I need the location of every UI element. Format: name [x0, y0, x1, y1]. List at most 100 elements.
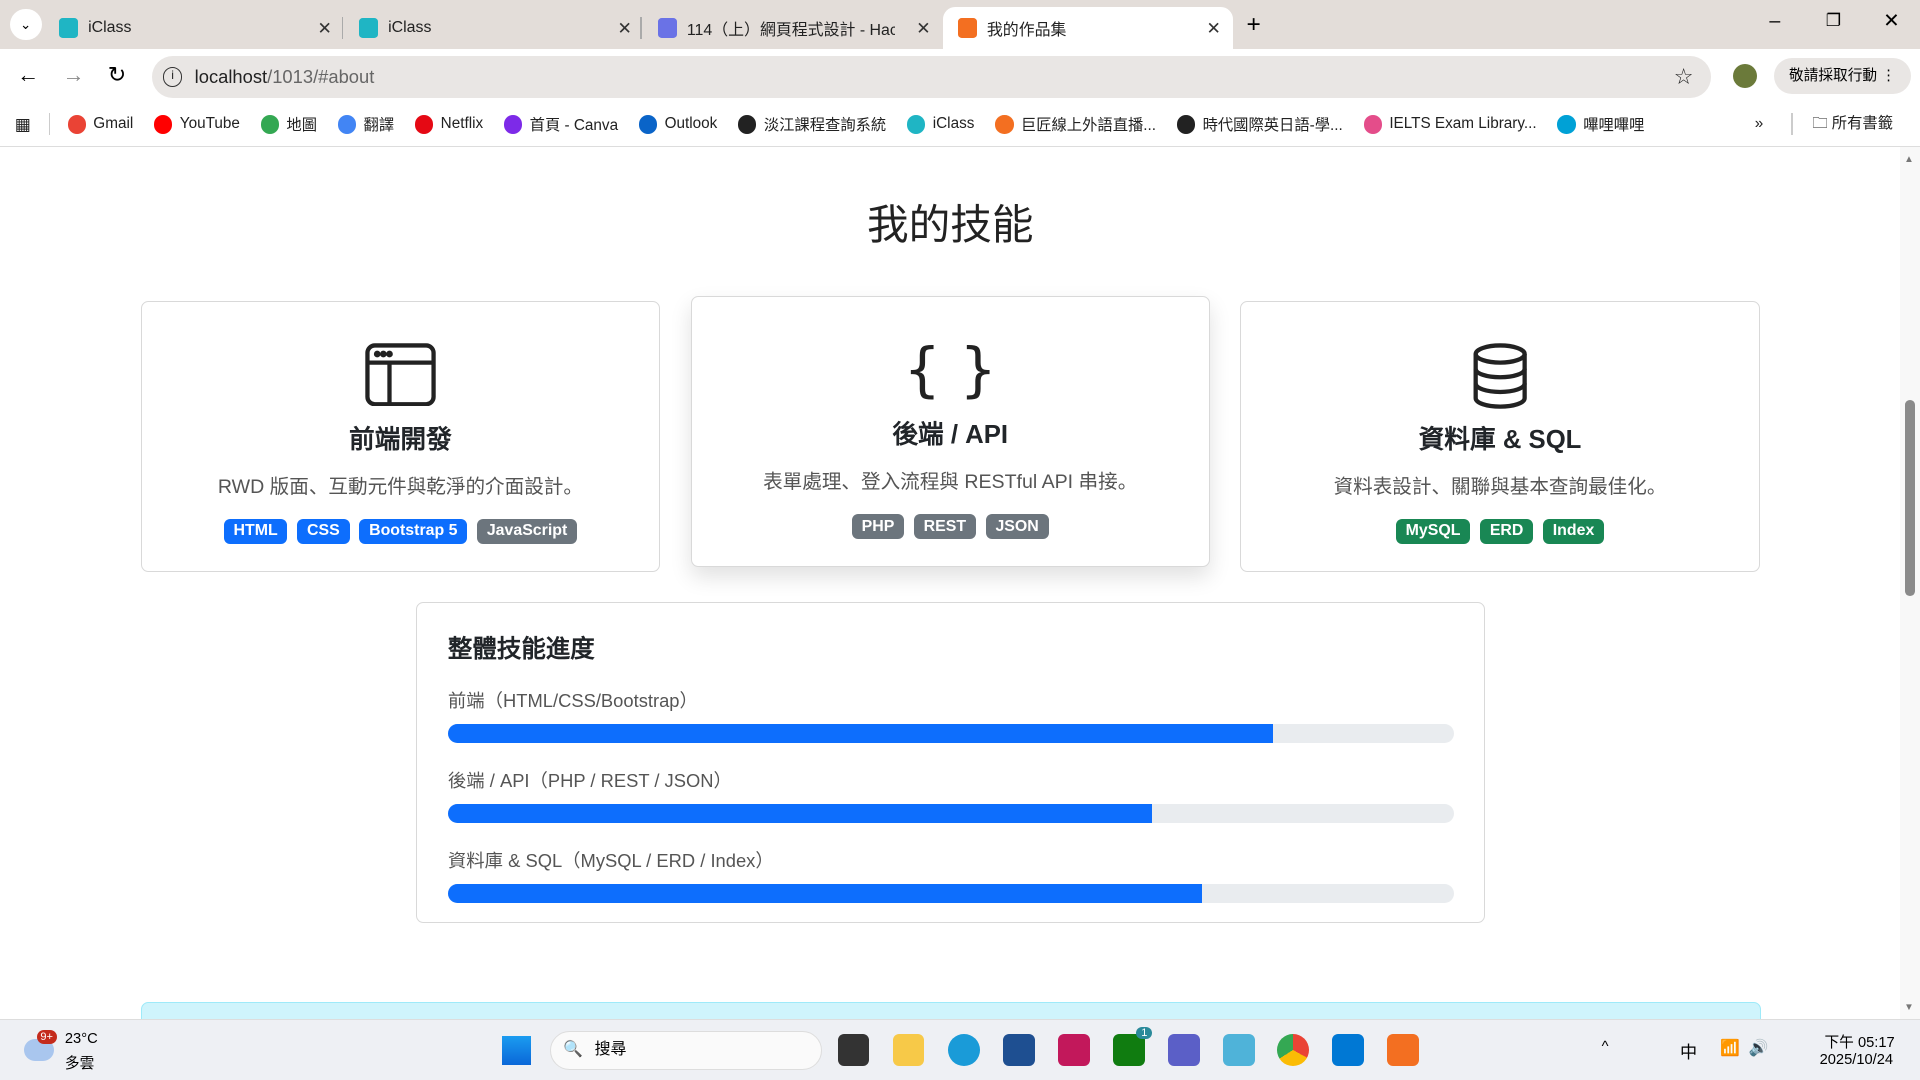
- bookmark-item[interactable]: YouTube: [154, 113, 240, 135]
- forward-icon[interactable]: →: [62, 62, 84, 88]
- app-icon[interactable]: [1057, 1034, 1090, 1067]
- tab-0[interactable]: iClass ✕: [44, 7, 344, 49]
- skill-badge: Bootstrap 5: [359, 518, 468, 545]
- bookmark-favicon-icon: [1363, 115, 1382, 134]
- progress-fill: [447, 804, 1152, 823]
- skill-badge: JavaScript: [477, 518, 578, 545]
- ime-indicator[interactable]: 中: [1680, 1038, 1697, 1063]
- tab-title: iClass: [88, 19, 132, 37]
- xampp-icon[interactable]: [1387, 1034, 1420, 1067]
- browser-window-icon: [142, 342, 659, 409]
- database-icon: [1241, 342, 1758, 409]
- bookmark-item[interactable]: 首頁 - Canva: [503, 113, 618, 135]
- xbox-icon[interactable]: 1: [1113, 1027, 1153, 1067]
- search-placeholder: 搜尋: [594, 1040, 627, 1058]
- profile-action-label: 敬請採取行動: [1788, 67, 1878, 84]
- progress-label: 前端（HTML/CSS/Bootstrap）: [447, 690, 698, 712]
- wifi-icon[interactable]: 📶: [1720, 1038, 1740, 1058]
- tab-close-icon[interactable]: ✕: [317, 18, 331, 39]
- bookmark-item[interactable]: Outlook: [638, 113, 718, 135]
- skill-title: 前端開發: [348, 425, 452, 454]
- bookmark-favicon-icon: [995, 115, 1014, 134]
- skill-card: 前端開發 RWD 版面、互動元件與乾淨的介面設計。 HTML CSS Bootstrap…: [140, 301, 660, 572]
- clock-date[interactable]: 2025/10/24: [1820, 1052, 1894, 1068]
- bookmark-label: Outlook: [664, 115, 718, 133]
- tab-close-icon[interactable]: ✕: [916, 18, 930, 39]
- weather-widget[interactable]: 9+ 23°C 多雲: [22, 1029, 108, 1072]
- bookmark-item[interactable]: Gmail: [67, 113, 134, 135]
- scroll-down-icon[interactable]: ▼: [1904, 1002, 1914, 1013]
- bookmark-item[interactable]: 翻譯: [337, 113, 394, 135]
- bookmark-item[interactable]: 地圖: [260, 113, 318, 135]
- task-view-icon[interactable]: [837, 1034, 870, 1067]
- vscode-icon[interactable]: [1332, 1034, 1365, 1067]
- bookmark-label: 地圖: [286, 117, 318, 135]
- tray-chevron-icon[interactable]: ^: [1602, 1039, 1609, 1055]
- avatar[interactable]: [1732, 63, 1758, 89]
- progress-title: 整體技能進度: [447, 636, 595, 664]
- progress-fill: [447, 884, 1203, 903]
- weather-desc: 多雲: [64, 1055, 95, 1072]
- apps-icon[interactable]: ▦: [15, 114, 31, 135]
- bookmarks-bar: ▦ Gmail YouTube 地圖 翻譯 Netflix 首頁 - Canva Outlo…: [0, 102, 1920, 147]
- progress-bar: [447, 724, 1454, 743]
- volume-icon[interactable]: 🔊: [1749, 1038, 1769, 1058]
- bookmark-item[interactable]: 嗶哩嗶哩: [1557, 113, 1644, 135]
- restore-button[interactable]: ❐: [1826, 10, 1841, 31]
- tab-2[interactable]: 114（上）網頁程式設計 - Hack ✕: [643, 7, 943, 49]
- scroll-up-icon[interactable]: ▲: [1904, 154, 1914, 165]
- bookmark-label: 時代國際英日語-學...: [1202, 117, 1343, 135]
- back-icon[interactable]: ←: [17, 62, 39, 88]
- weather-badge: 9+: [36, 1029, 57, 1044]
- bookmark-label: IELTS Exam Library...: [1389, 115, 1537, 133]
- reload-icon[interactable]: ↻: [108, 62, 126, 88]
- address-bar[interactable]: i localhost/1013/#about ☆: [151, 56, 1711, 98]
- new-tab-button[interactable]: +: [1247, 11, 1261, 39]
- tab-close-icon[interactable]: ✕: [617, 18, 631, 39]
- skill-description: 資料表設計、關聯與基本查詢最佳化。: [1333, 476, 1667, 499]
- teams-icon[interactable]: [1168, 1034, 1200, 1067]
- bookmark-label: 嗶哩嗶哩: [1583, 117, 1645, 135]
- edge-icon[interactable]: [947, 1034, 980, 1067]
- close-window-button[interactable]: ✕: [1883, 9, 1899, 33]
- progress-label: 資料庫 & SQL（MySQL / ERD / Index）: [447, 850, 774, 872]
- tab-3[interactable]: 我的作品集 ✕: [942, 7, 1234, 49]
- iclass-icon: [358, 18, 379, 38]
- bookmark-item[interactable]: iClass: [907, 113, 974, 135]
- clock-time[interactable]: 下午 05:17: [1824, 1031, 1894, 1052]
- store-icon[interactable]: [1002, 1034, 1035, 1067]
- bookmark-star-icon[interactable]: ☆: [1674, 64, 1694, 90]
- file-explorer-icon[interactable]: [892, 1034, 925, 1067]
- bookmark-item[interactable]: 淡江課程查詢系統: [738, 113, 886, 135]
- tab-close-icon[interactable]: ✕: [1206, 18, 1220, 39]
- all-bookmarks-folder[interactable]: 🗀 所有書籤: [1812, 111, 1893, 138]
- taskbar-search[interactable]: 🔍 搜尋: [549, 1030, 822, 1070]
- tab-1[interactable]: iClass ✕: [344, 7, 644, 49]
- profile-action-button[interactable]: 敬請採取行動 ⋮: [1774, 57, 1912, 95]
- start-button[interactable]: [502, 1035, 532, 1066]
- progress-label: 後端 / API（PHP / REST / JSON）: [447, 770, 732, 792]
- xampp-icon: [957, 18, 978, 38]
- skill-badge: JSON: [985, 513, 1049, 540]
- bookmark-item[interactable]: IELTS Exam Library...: [1363, 113, 1537, 135]
- bookmark-favicon-icon: [738, 115, 757, 134]
- skill-card: 資料庫 & SQL 資料表設計、關聯與基本查詢最佳化。 MySQL ERD Index: [1240, 301, 1760, 572]
- tab-search-button[interactable]: ⌄: [9, 8, 42, 41]
- scrollbar-thumb[interactable]: [1905, 400, 1916, 597]
- bookmark-item[interactable]: 時代國際英日語-學...: [1176, 113, 1343, 135]
- minimize-button[interactable]: –: [1769, 10, 1780, 33]
- bookmark-favicon-icon: [1176, 115, 1196, 134]
- bookmark-favicon-icon: [907, 115, 926, 134]
- notepad-icon[interactable]: [1223, 1034, 1256, 1067]
- bookmark-label: YouTube: [179, 115, 240, 133]
- chrome-icon[interactable]: [1277, 1034, 1309, 1067]
- bookmark-item[interactable]: Netflix: [414, 113, 483, 135]
- scrollbar[interactable]: ▲ ▼: [1900, 146, 1920, 1019]
- site-info-icon[interactable]: i: [162, 67, 183, 87]
- bookmark-label: Gmail: [93, 115, 134, 133]
- taskbar: 9+ 23°C 多雲 🔍 搜尋 1 ^ 中 📶 🔊 下午 05:17 2025/…: [0, 1018, 1920, 1080]
- skill-title: 資料庫 & SQL: [1418, 425, 1582, 454]
- bookmark-item[interactable]: 巨匠線上外語直播...: [995, 113, 1156, 135]
- more-bookmarks-icon[interactable]: »: [1755, 115, 1764, 133]
- all-bookmarks-label: 所有書籤: [1831, 114, 1893, 132]
